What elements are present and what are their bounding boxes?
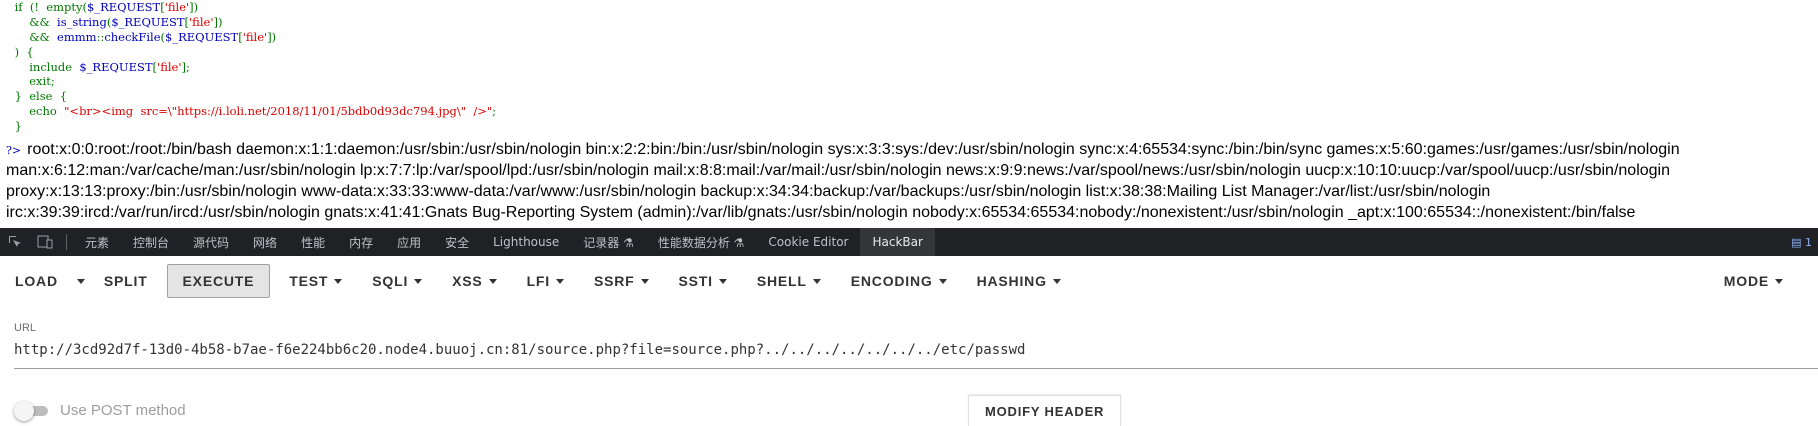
url-label: URL <box>14 322 37 334</box>
lfi-menu[interactable]: LFI <box>512 265 579 297</box>
page-content: if (! empty($_REQUEST['file']) && is_str… <box>0 0 1818 228</box>
split-button[interactable]: SPLIT <box>89 265 163 297</box>
code-token: $_REQUEST <box>87 0 161 14</box>
execute-button[interactable]: EXECUTE <box>166 264 271 298</box>
code-token: ]) <box>213 14 223 29</box>
ssrf-menu[interactable]: SSRF <box>579 265 664 297</box>
tab-security[interactable]: 安全 <box>433 228 481 256</box>
load-dropdown-icon[interactable] <box>73 265 89 297</box>
url-input[interactable]: http://3cd92d7f-13d0-4b58-b7ae-f6e224bb6… <box>14 342 1025 358</box>
code-token: is_string <box>57 14 107 29</box>
output-line: man:x:6:12:man:/var/cache/man:/usr/sbin/… <box>6 162 1670 179</box>
code-token: 'file' <box>242 29 268 44</box>
code-token: emmm <box>57 29 97 44</box>
code-line: exit; <box>0 74 496 89</box>
php-close-tag: ?> <box>6 144 22 157</box>
tab-cookie-editor[interactable]: Cookie Editor <box>756 228 860 256</box>
chevron-down-icon <box>640 278 649 284</box>
chevron-down-icon <box>812 278 821 284</box>
code-token: } <box>0 119 22 134</box>
code-token: empty <box>46 0 83 14</box>
hackbar-toolbar: LOAD SPLIT EXECUTE TEST SQLI XSS LFI SSR… <box>0 256 1818 306</box>
mode-menu[interactable]: MODE <box>1709 265 1798 297</box>
post-method-toggle[interactable] <box>14 400 48 421</box>
code-line: ) { <box>0 45 496 60</box>
code-token: 'file' <box>189 14 214 29</box>
code-token: $_REQUEST <box>165 29 239 44</box>
code-token: } else { <box>0 89 68 104</box>
load-group: LOAD <box>0 265 89 297</box>
chevron-down-icon <box>1775 278 1783 284</box>
code-line: if (! empty($_REQUEST['file']) <box>0 0 496 15</box>
test-menu[interactable]: TEST <box>274 265 357 297</box>
code-token: && <box>0 14 58 29</box>
chevron-down-icon <box>718 278 727 284</box>
tab-memory[interactable]: 内存 <box>337 228 385 256</box>
chevron-down-icon <box>414 278 423 284</box>
code-token: ]; <box>181 59 190 74</box>
devtools-tab-bar: 元素 控制台 源代码 网络 性能 内存 应用 安全 Lighthouse 记录器… <box>0 228 1818 256</box>
code-token: ) { <box>0 44 34 59</box>
chevron-down-icon <box>334 278 343 284</box>
code-line: } <box>0 119 496 134</box>
code-token: 'file' <box>157 59 182 74</box>
modify-header-button[interactable]: MODIFY HEADER <box>968 395 1122 426</box>
post-method-row: Use POST method <box>14 400 186 421</box>
code-line: && is_string($_REQUEST['file']) <box>0 15 496 30</box>
issues-badge[interactable]: ▤ 1 <box>1791 236 1818 249</box>
tab-elements[interactable]: 元素 <box>73 228 121 256</box>
output-line: ?> root:x:0:0:root:/root:/bin/bash daemon… <box>6 141 1680 158</box>
code-line: echo "<br><img src=\"https://i.loli.net/… <box>0 104 496 119</box>
code-token: echo <box>0 104 65 119</box>
divider <box>66 234 67 250</box>
tab-application[interactable]: 应用 <box>385 228 433 256</box>
code-token: checkFile <box>104 29 161 44</box>
xss-menu[interactable]: XSS <box>437 265 511 297</box>
ssti-menu[interactable]: SSTI <box>664 265 742 297</box>
tab-console[interactable]: 控制台 <box>121 228 181 256</box>
chevron-down-icon <box>555 278 564 284</box>
code-token: ]) <box>189 0 199 14</box>
tab-performance-insights[interactable]: 性能数据分析 ⚗ <box>646 228 757 256</box>
tab-lighthouse[interactable]: Lighthouse <box>481 228 571 256</box>
hackbar-panel: LOAD SPLIT EXECUTE TEST SQLI XSS LFI SSR… <box>0 256 1818 426</box>
chevron-down-icon <box>938 278 947 284</box>
code-token: "<br><img src=\"https://i.loli.net/2018/… <box>64 104 493 119</box>
code-line: && emmm::checkFile($_REQUEST['file']) <box>0 30 496 45</box>
shell-menu[interactable]: SHELL <box>742 265 836 297</box>
code-token: $_REQUEST <box>79 59 153 74</box>
tab-network[interactable]: 网络 <box>241 228 289 256</box>
output-line: irc:x:39:39:ircd:/var/run/ircd:/usr/sbin… <box>6 204 1636 221</box>
code-token: && <box>0 29 58 44</box>
tab-sources[interactable]: 源代码 <box>181 228 241 256</box>
code-token: $_REQUEST <box>111 14 185 29</box>
code-token: include <box>0 59 80 74</box>
code-token: if (! <box>0 0 47 14</box>
encoding-menu[interactable]: ENCODING <box>836 265 962 297</box>
php-source-code: if (! empty($_REQUEST['file']) && is_str… <box>0 0 496 134</box>
output-line: proxy:x:13:13:proxy:/bin:/usr/sbin/nolog… <box>6 183 1491 200</box>
passwd-output: ?> root:x:0:0:root:/root:/bin/bash daemon… <box>6 139 1818 223</box>
tab-recorder[interactable]: 记录器 ⚗ <box>571 228 646 256</box>
code-line: include $_REQUEST['file']; <box>0 60 496 75</box>
url-input-underline <box>14 368 1818 369</box>
code-token: 'file' <box>164 0 190 14</box>
code-line: } else { <box>0 89 496 104</box>
post-method-label: Use POST method <box>60 402 186 419</box>
device-toolbar-icon[interactable] <box>30 228 60 256</box>
sqli-menu[interactable]: SQLI <box>357 265 437 297</box>
chevron-down-icon <box>1052 278 1061 284</box>
hashing-menu[interactable]: HASHING <box>962 265 1076 297</box>
load-button[interactable]: LOAD <box>0 265 73 297</box>
tab-performance[interactable]: 性能 <box>289 228 337 256</box>
code-token: exit; <box>0 74 55 89</box>
tab-hackbar[interactable]: HackBar <box>860 228 935 256</box>
code-token: ]) <box>267 29 277 44</box>
chevron-down-icon <box>488 278 497 284</box>
code-token: ; <box>492 104 496 119</box>
inspect-element-icon[interactable] <box>0 228 30 256</box>
